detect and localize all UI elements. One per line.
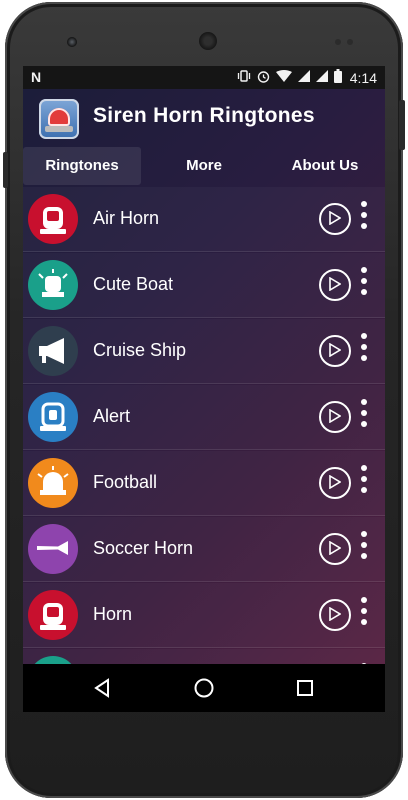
list-item[interactable]: Horn xyxy=(23,583,385,648)
home-icon[interactable] xyxy=(192,676,216,700)
siren-icon xyxy=(28,590,78,640)
ringtone-name: Cruise Ship xyxy=(93,340,187,360)
play-icon xyxy=(329,277,341,291)
list-item[interactable]: Air Horn xyxy=(23,187,385,252)
play-button[interactable] xyxy=(319,335,351,367)
more-options-button[interactable] xyxy=(360,201,368,235)
tab-about-us[interactable]: About Us xyxy=(265,147,385,185)
volume-button xyxy=(3,152,8,188)
play-button[interactable] xyxy=(319,203,351,235)
play-button[interactable] xyxy=(319,599,351,631)
light-sensor xyxy=(347,39,353,45)
megaphone-icon xyxy=(28,326,78,376)
vuvuzela-icon xyxy=(28,524,78,574)
list-item[interactable]: Cute Boat xyxy=(23,253,385,318)
alarm-icon xyxy=(257,70,270,86)
alarm-light-icon xyxy=(28,392,78,442)
beacon-icon xyxy=(28,458,78,508)
list-item[interactable]: Soccer Horn xyxy=(23,517,385,582)
status-icons: 4:14 xyxy=(237,69,377,86)
tab-ringtones[interactable]: Ringtones xyxy=(23,147,141,185)
list-item[interactable]: Football xyxy=(23,451,385,516)
play-icon xyxy=(329,541,341,555)
navigation-bar xyxy=(23,664,385,712)
battery-icon xyxy=(333,69,342,86)
play-icon xyxy=(329,211,341,225)
app-title: Siren Horn Ringtones xyxy=(93,104,315,127)
app-bar: Siren Horn Ringtones xyxy=(23,89,385,146)
play-button[interactable] xyxy=(319,467,351,499)
status-bar: N 4:14 xyxy=(23,66,385,89)
front-camera xyxy=(67,37,77,47)
wifi-icon xyxy=(275,70,292,85)
play-button[interactable] xyxy=(319,401,351,433)
app-screen: N 4:14 Siren Horn Ringtones Ringtones Mo… xyxy=(23,66,385,712)
play-icon xyxy=(329,607,341,621)
signal-icon xyxy=(297,70,310,85)
tab-more[interactable]: More xyxy=(144,147,264,185)
back-icon[interactable] xyxy=(91,676,115,700)
list-item[interactable]: Cruise Ship xyxy=(23,319,385,384)
ringtone-name: Air Horn xyxy=(93,208,160,228)
ringtone-name: Horn xyxy=(93,604,133,624)
power-button xyxy=(399,100,405,150)
ringtone-name: Alert xyxy=(93,406,131,426)
vibrate-icon xyxy=(237,70,251,85)
ringtone-name: Soccer Horn xyxy=(93,538,194,558)
recents-icon[interactable] xyxy=(293,676,317,700)
play-icon xyxy=(329,475,341,489)
play-button[interactable] xyxy=(319,269,351,301)
more-options-button[interactable] xyxy=(360,333,368,367)
more-options-button[interactable] xyxy=(360,597,368,631)
list-item[interactable]: Alert xyxy=(23,385,385,450)
more-options-button[interactable] xyxy=(360,399,368,433)
ringtone-name: Cute Boat xyxy=(93,274,174,294)
more-options-button[interactable] xyxy=(360,465,368,499)
app-logo xyxy=(39,99,79,139)
earpiece-speaker xyxy=(199,32,217,50)
status-time: 4:14 xyxy=(349,69,377,86)
beacon-icon xyxy=(28,260,78,310)
more-options-button[interactable] xyxy=(360,267,368,301)
siren-icon xyxy=(28,194,78,244)
more-options-button[interactable] xyxy=(360,531,368,565)
play-icon xyxy=(329,409,341,423)
proximity-sensor xyxy=(335,39,341,45)
tab-bar: Ringtones More About Us xyxy=(23,147,385,185)
ringtone-name: Football xyxy=(93,472,158,492)
signal-icon xyxy=(315,70,328,85)
play-icon xyxy=(329,343,341,357)
n-logo: N xyxy=(31,69,42,85)
play-button[interactable] xyxy=(319,533,351,565)
